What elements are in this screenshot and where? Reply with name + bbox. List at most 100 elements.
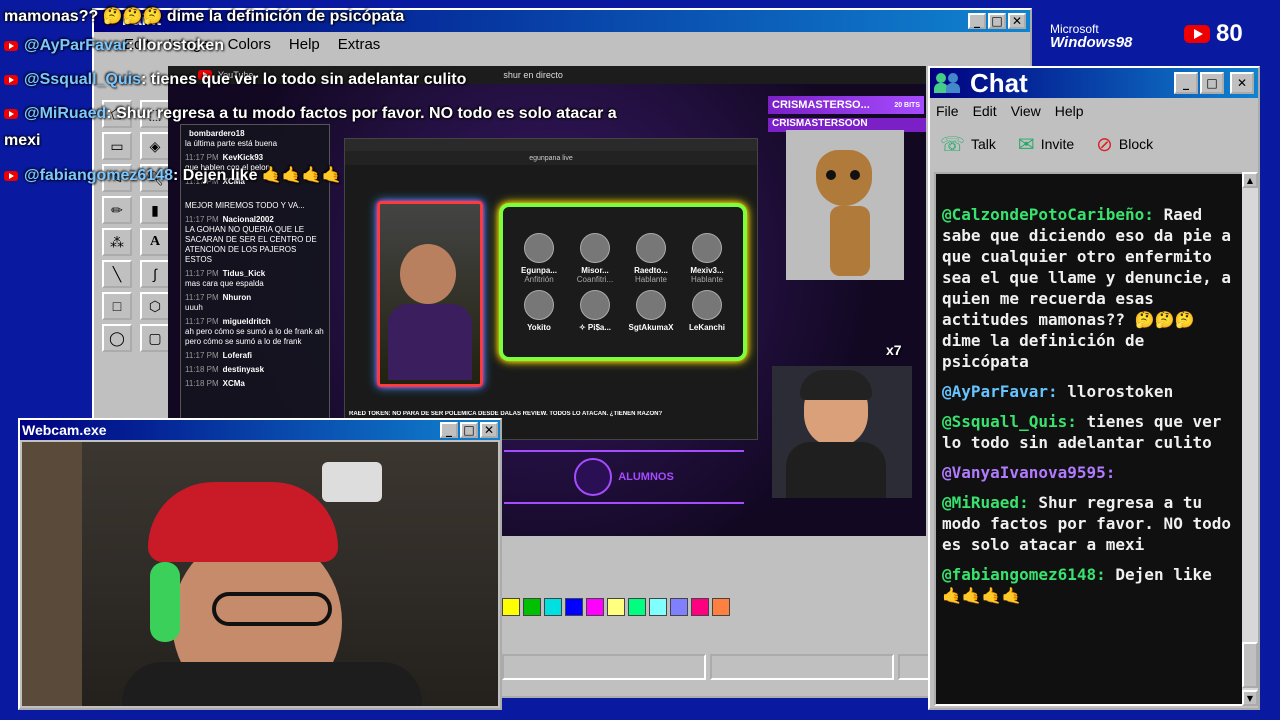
side-chat-text: uuuh <box>185 303 203 312</box>
chat-menu-edit[interactable]: Edit <box>973 103 997 119</box>
rectangle-tool-icon[interactable]: □ <box>102 292 132 320</box>
ticker: RAED TOKEN: NO PARA DE SER POLEMICA DESD… <box>349 411 663 417</box>
polygon-tool-icon[interactable]: ⬡ <box>140 292 170 320</box>
guest-avatar <box>692 289 722 320</box>
block-button[interactable]: ⊘ Block <box>1096 132 1153 157</box>
chat-message: @VanyaIvanova9595: <box>942 462 1234 483</box>
guest-tile[interactable]: SgtAkumaX <box>623 289 679 332</box>
palette-color-swatch[interactable] <box>565 598 583 616</box>
airbrush-tool-icon[interactable]: ⁂ <box>102 228 132 256</box>
overlay-chat: mamonas?? 🤔🤔🤔 dime la definición de psic… <box>4 6 704 185</box>
guest-name: LeKanchi <box>688 322 725 332</box>
guest-name: Misor... <box>581 265 609 275</box>
guest-role: Anfitrión <box>524 274 554 284</box>
ellipse-tool-icon[interactable]: ◯ <box>102 324 132 352</box>
side-chat-time: 11:18 PM <box>185 365 219 374</box>
maximize-button[interactable]: □ <box>1200 72 1224 94</box>
guest-tile[interactable]: Yokito <box>511 289 567 332</box>
palette-color-swatch[interactable] <box>586 598 604 616</box>
guest-avatar <box>524 232 554 263</box>
palette-color-swatch[interactable] <box>502 598 520 616</box>
guest-tile[interactable]: Mexiv3... Hablante <box>679 232 735 284</box>
guest-avatar <box>636 232 666 263</box>
side-chat-message: 11:17 PM Tidus_Kick mas cara que espalda <box>185 269 325 289</box>
chat-window: Chat _ □ ✕ File Edit View Help ☏ Talk ✉ Invit… <box>928 66 1260 710</box>
block-icon: ⊘ <box>1096 133 1113 156</box>
side-chat-text: ah pero cómo se sumó a lo de frank ah pe… <box>185 327 324 346</box>
palette-color-swatch[interactable] <box>607 598 625 616</box>
side-chat-time: 11:17 PM <box>185 351 219 360</box>
youtube-icon <box>4 170 18 181</box>
talk-icon: ☏ <box>940 133 966 156</box>
palette-color-swatch[interactable] <box>670 598 688 616</box>
pencil-tool-icon[interactable]: ✏ <box>102 196 132 224</box>
palette-color-swatch[interactable] <box>628 598 646 616</box>
invite-icon: ✉ <box>1017 133 1035 156</box>
host-cam-frame <box>377 201 483 387</box>
text-tool-icon[interactable]: A <box>140 228 170 256</box>
chat-menu-file[interactable]: File <box>936 103 959 119</box>
minimize-button[interactable]: _ <box>1174 72 1198 94</box>
scroll-up-button[interactable]: ▲ <box>1242 172 1258 188</box>
guest-name: ✧ Pi$a... <box>578 322 612 332</box>
curve-tool-icon[interactable]: ∫ <box>140 260 170 288</box>
maximize-button[interactable]: □ <box>460 422 478 438</box>
guest-name: Yokito <box>527 322 551 332</box>
palette-color-swatch[interactable] <box>544 598 562 616</box>
guest-tile[interactable]: ✧ Pi$a... <box>567 289 623 332</box>
close-button[interactable]: ✕ <box>1230 72 1254 94</box>
guest-tile[interactable]: Misor... Coanfitri... <box>567 232 623 284</box>
side-chat-message: 11:18 PM XCMa <box>185 379 325 389</box>
chat-scrollbar[interactable]: ▲ ▼ <box>1242 172 1258 706</box>
side-chat-text: LA GOHAN NO QUERIA QUE LE SACARAN DE SER… <box>185 225 317 264</box>
chat-message: @AyParFavar: llorostoken <box>942 381 1234 402</box>
chat-username: @VanyaIvanova9595: <box>942 463 1116 482</box>
side-chat-user: XCMa <box>222 379 245 388</box>
scroll-thumb[interactable] <box>1242 642 1258 688</box>
scroll-down-button[interactable]: ▼ <box>1242 690 1258 706</box>
windows98-logo: Microsoft Windows98 <box>1050 22 1133 51</box>
color-palette <box>502 598 730 616</box>
glasses <box>212 592 332 626</box>
maximize-button[interactable]: □ <box>988 13 1006 29</box>
overlay-line: @MiRuaed: Shur regresa a tu modo factos … <box>4 105 704 132</box>
youtube-icon <box>1184 25 1210 43</box>
side-chat-user: Tidus_Kick <box>222 269 266 278</box>
guest-tile[interactable]: Egunpa... Anfitrión <box>511 232 567 284</box>
brush-tool-icon[interactable]: ▮ <box>140 196 170 224</box>
palette-color-swatch[interactable] <box>691 598 709 616</box>
chat-username: @AyParFavar: <box>942 382 1058 401</box>
guests-panel: Egunpa... Anfitrión Misor... Coanfitri... Ra… <box>499 203 747 361</box>
webcam-titlebar[interactable]: Webcam.exe _ □ ✕ <box>20 420 500 440</box>
rounded-rect-tool-icon[interactable]: ▢ <box>140 324 170 352</box>
close-button[interactable]: ✕ <box>480 422 498 438</box>
chat-titlebar[interactable]: Chat _ □ ✕ <box>930 68 1258 98</box>
guest-tile[interactable]: Raedto... Hablante <box>623 232 679 284</box>
invite-button[interactable]: ✉ Invite <box>1018 132 1074 157</box>
side-chat-time: 11:18 PM <box>185 379 219 388</box>
minimize-button[interactable]: _ <box>968 13 986 29</box>
webcam-feed <box>22 442 498 706</box>
guest-avatar <box>524 289 554 320</box>
palette-color-swatch[interactable] <box>712 598 730 616</box>
chat-message: @Ssquall_Quis: tienes que ver lo todo si… <box>942 411 1234 453</box>
side-chat-message: MEJOR MIREMOS TODO Y VA... <box>185 191 325 211</box>
minimize-button[interactable]: _ <box>440 422 458 438</box>
guest-role: Hablante <box>634 274 668 284</box>
youtube-icon <box>4 40 18 51</box>
overlay-line: @AyParFavar: llorostoken <box>4 37 704 71</box>
guest-tile[interactable]: LeKanchi <box>679 289 735 332</box>
palette-color-swatch[interactable] <box>523 598 541 616</box>
close-button[interactable]: ✕ <box>1008 13 1026 29</box>
chat-username: @CalzondePotoCaribeño: <box>942 205 1154 224</box>
talk-button[interactable]: ☏ Talk <box>940 132 996 157</box>
palette-color-swatch[interactable] <box>649 598 667 616</box>
chat-menu-help[interactable]: Help <box>1055 103 1084 119</box>
side-chat-message: 11:18 PM destinyask <box>185 365 325 375</box>
overlay-line: @fabiangomez6148: Dejen like 🤙🤙🤙🤙 <box>4 165 704 185</box>
side-chat-user: destinyask <box>222 365 265 374</box>
guest-avatar <box>692 232 722 263</box>
chat-menu-view[interactable]: View <box>1011 103 1041 119</box>
line-tool-icon[interactable]: ╲ <box>102 260 132 288</box>
chat-menubar: File Edit View Help <box>930 98 1258 124</box>
